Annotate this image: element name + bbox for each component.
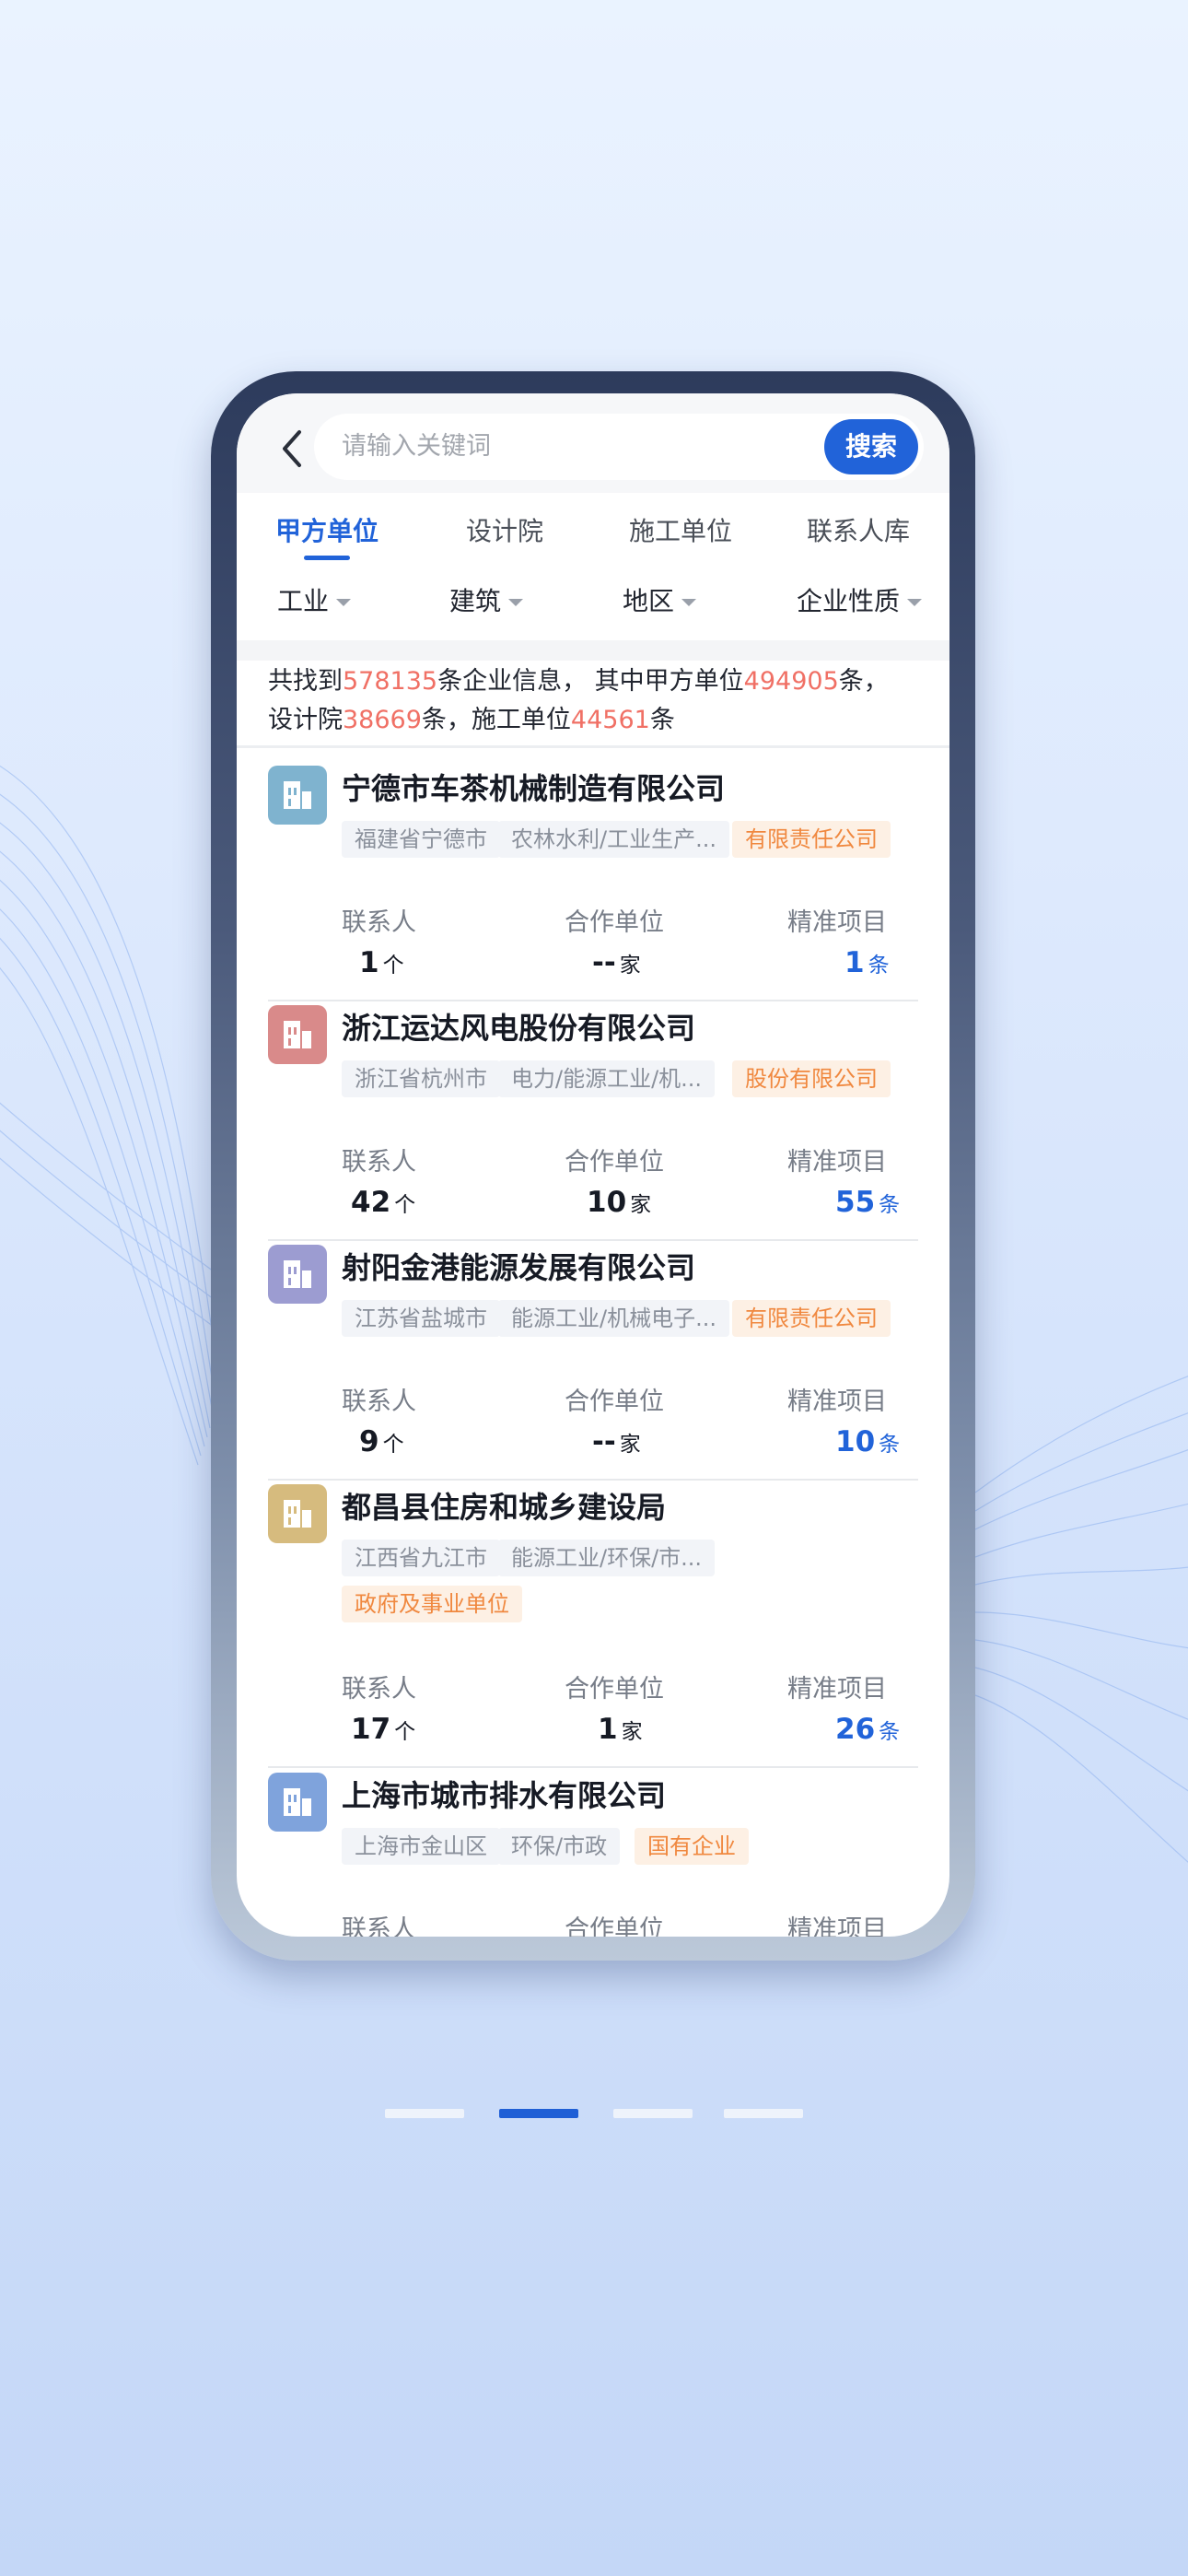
page-indicator-dot[interactable] [613,2109,693,2118]
building-icon [284,781,311,809]
stat-label-contacts: 联系人 [342,1915,416,1937]
company-card[interactable]: 射阳金港能源发展有限公司 江苏省盐城市 能源工业/机械电子... 有限责任公司 … [237,1245,949,1482]
stat-projects[interactable]: 55 条 [835,1186,900,1219]
back-arrow-icon[interactable] [274,425,310,473]
stat-label-partners: 合作单位 [565,1388,664,1416]
building-icon [284,1788,311,1816]
tag-industry: 能源工业/环保/市... [498,1540,716,1576]
result-summary: 共找到578135条企业信息， 其中甲方单位494905条， 设计院38669条… [268,667,889,734]
stat-projects[interactable]: 1条 [844,946,890,979]
tag-region: 浙江省杭州市 [342,1060,500,1097]
divider [237,745,949,748]
stat-label-projects: 精准项目 [787,1915,887,1937]
stat-partners[interactable]: -- 家 [592,1425,641,1458]
card-divider [268,1239,918,1241]
stat-partners[interactable]: 1家 [598,1713,643,1746]
stat-partners[interactable]: -- 家 [592,946,641,979]
stat-contacts[interactable]: 1个 [359,946,404,979]
tag-industry: 环保/市政 [498,1828,621,1865]
page-indicator-dot[interactable] [724,2109,803,2118]
filter-bar: 工业 建筑 地区 企业性质 [237,570,949,640]
tag-enterprise-type: 政府及事业单位 [342,1586,522,1622]
company-card[interactable]: 浙江运达风电股份有限公司 浙江省杭州市 电力/能源工业/机... 股份有限公司 … [237,1005,949,1243]
tag-enterprise-type: 国有企业 [635,1828,749,1865]
stat-label-contacts: 联系人 [342,908,416,937]
card-divider [268,1766,918,1768]
stat-contacts[interactable]: 9个 [359,1425,404,1458]
search-input[interactable]: 请输入关键词 搜索 [314,414,924,480]
company-name: 宁德市车茶机械制造有限公司 [342,771,726,806]
company-name: 浙江运达风电股份有限公司 [342,1011,696,1046]
stat-label-projects: 精准项目 [787,1675,887,1704]
active-tab-indicator [304,556,350,560]
stat-label-partners: 合作单位 [565,908,664,937]
stat-label-contacts: 联系人 [342,1675,416,1704]
company-logo [268,1005,327,1064]
page-indicator-dot[interactable] [385,2109,464,2118]
company-logo [268,766,327,825]
tab-construction-units[interactable]: 施工单位 [629,511,732,548]
stat-label-contacts: 联系人 [342,1148,416,1177]
tab-owner-units[interactable]: 甲方单位 [275,511,379,548]
stat-label-partners: 合作单位 [565,1915,664,1937]
tag-industry: 电力/能源工业/机... [498,1060,716,1097]
filter-building[interactable]: 建筑 [449,581,524,618]
stat-projects[interactable]: 26 条 [835,1713,900,1746]
card-divider [268,1479,918,1481]
company-logo [268,1484,327,1543]
caret-down-icon [907,599,923,606]
search-button[interactable]: 搜索 [824,419,918,474]
owner-count: 494905 [743,667,839,696]
stat-label-projects: 精准项目 [787,1148,887,1177]
stat-projects[interactable]: 10 条 [835,1425,900,1458]
stat-label-projects: 精准项目 [787,908,887,937]
stat-label-partners: 合作单位 [565,1675,664,1704]
tag-enterprise-type: 有限责任公司 [732,821,891,858]
tag-industry: 农林水利/工业生产... [498,821,729,858]
tag-enterprise-type: 有限责任公司 [732,1300,891,1337]
stat-partners[interactable]: 10 家 [587,1186,651,1219]
caret-down-icon [336,599,352,606]
company-card[interactable]: 都昌县住房和城乡建设局 江西省九江市 能源工业/环保/市... 政府及事业单位 … [237,1484,949,1770]
company-logo [268,1245,327,1304]
company-name: 都昌县住房和城乡建设局 [342,1490,667,1525]
design-count: 38669 [343,706,422,734]
stat-contacts[interactable]: 17 个 [351,1713,415,1746]
total-count: 578135 [343,667,438,696]
building-icon [284,1260,311,1288]
tag-region: 江西省九江市 [342,1540,500,1576]
phone-screen: 请输入关键词 搜索 甲方单位 设计院 施工单位 联系人库 工业 建筑 地区 企业… [237,393,949,1937]
company-name: 上海市城市排水有限公司 [342,1778,667,1813]
search-bar: 请输入关键词 搜索 [237,393,949,493]
tag-industry: 能源工业/机械电子... [498,1300,729,1337]
company-name: 射阳金港能源发展有限公司 [342,1250,696,1285]
filter-enterprise-type[interactable]: 企业性质 [797,581,923,618]
page-indicator-dot-active[interactable] [499,2109,578,2118]
tab-contacts-library[interactable]: 联系人库 [807,511,910,548]
phone-frame: 请输入关键词 搜索 甲方单位 设计院 施工单位 联系人库 工业 建筑 地区 企业… [211,371,975,1961]
caret-down-icon [508,599,524,606]
caret-down-icon [681,599,697,606]
tag-region: 上海市金山区 [342,1828,500,1865]
tab-design-institutes[interactable]: 设计院 [466,511,543,548]
filter-industry[interactable]: 工业 [277,581,352,618]
stat-label-partners: 合作单位 [565,1148,664,1177]
company-card[interactable]: 宁德市车茶机械制造有限公司 福建省宁德市 农林水利/工业生产... 有限责任公司… [237,766,949,1003]
building-icon [284,1500,311,1528]
company-card[interactable]: 上海市城市排水有限公司 上海市金山区 环保/市政 国有企业 联系人 合作单位 精… [237,1773,949,1937]
stat-contacts[interactable]: 42 个 [351,1186,415,1219]
search-placeholder: 请输入关键词 [342,432,491,461]
construction-count: 44561 [570,706,650,734]
section-gap [237,640,949,661]
tag-region: 江苏省盐城市 [342,1300,500,1337]
stat-label-contacts: 联系人 [342,1388,416,1416]
stat-label-projects: 精准项目 [787,1388,887,1416]
tag-region: 福建省宁德市 [342,821,500,858]
card-divider [268,1000,918,1001]
tag-enterprise-type: 股份有限公司 [732,1060,891,1097]
building-icon [284,1021,311,1048]
company-logo [268,1773,327,1832]
filter-region[interactable]: 地区 [623,581,697,618]
